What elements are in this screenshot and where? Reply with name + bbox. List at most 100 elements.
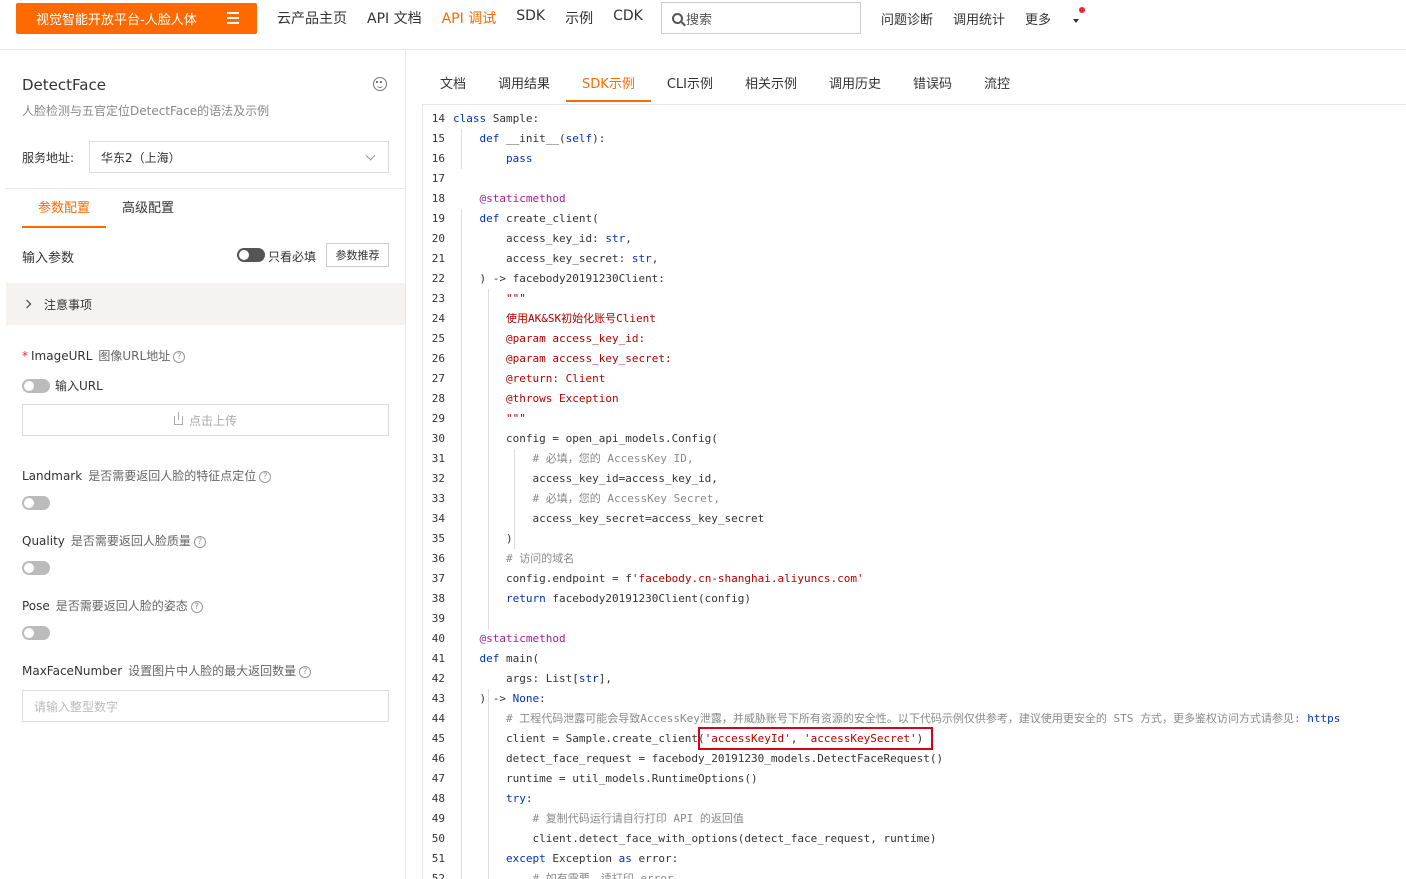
line-number: 25 (431, 332, 445, 345)
code-line: 17 (423, 169, 1406, 189)
help-icon[interactable]: ? (190, 600, 203, 613)
tab-docs[interactable]: 文档 (424, 71, 482, 102)
code-token: # 必填，您的 AccessKey ID, (532, 452, 694, 465)
pose-param: Pose 是否需要返回人脸的姿态? (22, 597, 203, 614)
max-face-param: MaxFaceNumber 设置图片中人脸的最大返回数量? (22, 662, 312, 679)
code-token: client = Sample.create_client( (506, 732, 705, 745)
product-brand-button[interactable]: 视觉智能开放平台-人脸人体 (16, 3, 257, 34)
code-token: ], (598, 672, 612, 685)
nav-home[interactable]: 云产品主页 (277, 8, 347, 28)
code-token: except (506, 852, 553, 865)
code-token: def (479, 212, 506, 225)
required-marker: * (22, 349, 28, 363)
code-editor[interactable]: 14 class Sample: 15 def __init__(self): 16 pa… (422, 104, 1406, 879)
nav-cdk[interactable]: CDK (613, 8, 643, 28)
service-address-label: 服务地址: (22, 151, 75, 165)
landmark-toggle[interactable] (22, 496, 50, 510)
tab-advanced-config[interactable]: 高级配置 (106, 200, 190, 228)
line-number: 23 (431, 292, 445, 305)
code-token: ): (592, 132, 606, 145)
upload-button[interactable]: 点击上传 (22, 404, 389, 436)
code-token: # 如有需要，请打印 error (532, 872, 674, 879)
line-number: 20 (431, 232, 445, 245)
code-token: str (631, 252, 652, 265)
upload-icon (173, 411, 183, 425)
code-token: access_key_secret=access_key_secret (532, 512, 765, 525)
tab-call-history[interactable]: 调用历史 (813, 71, 897, 102)
code-line: 25 @param access_key_id: (423, 329, 1406, 349)
code-token: def (479, 652, 506, 665)
code-token: """ (506, 412, 526, 425)
menu-icon[interactable] (227, 12, 239, 24)
code-token: 'facebody.cn-shanghai.aliyuncs.com' (631, 572, 864, 585)
quality-toggle[interactable] (22, 561, 50, 575)
tab-param-config[interactable]: 参数配置 (22, 200, 107, 228)
credential-highlight-box (698, 727, 933, 750)
nav-api-docs[interactable]: API 文档 (367, 8, 422, 28)
line-number: 17 (431, 172, 445, 185)
link-call-stats[interactable]: 调用统计 (953, 9, 1005, 28)
param-tabs: 参数配置 高级配置 (22, 200, 190, 228)
param-recommend-button[interactable]: 参数推荐 (326, 243, 389, 267)
line-number: 49 (431, 812, 445, 825)
tab-call-result[interactable]: 调用结果 (482, 71, 566, 102)
help-icon[interactable]: ? (193, 535, 206, 548)
tab-sdk-example[interactable]: SDK示例 (566, 71, 651, 102)
search-input[interactable]: 搜索 (661, 2, 861, 34)
line-number: 31 (431, 452, 445, 465)
line-number: 40 (431, 632, 445, 645)
code-line: 43) -> None: (423, 689, 1406, 709)
nav-api-debug[interactable]: API 调试 (442, 8, 497, 28)
max-face-name: MaxFaceNumber (22, 664, 123, 678)
link-diagnosis[interactable]: 问题诊断 (881, 9, 933, 28)
code-token: @staticmethod (479, 632, 566, 645)
line-number: 46 (431, 752, 445, 765)
code-line: 21 access_key_secret: str, (423, 249, 1406, 269)
help-icon[interactable]: ? (299, 665, 312, 678)
tab-error-codes[interactable]: 错误码 (897, 71, 968, 102)
code-line: 32 access_key_id=access_key_id, (423, 469, 1406, 489)
nav-sdk[interactable]: SDK (516, 8, 545, 28)
max-face-number-input[interactable]: 请输入整型数字 (22, 690, 389, 722)
line-number: 36 (431, 552, 445, 565)
code-line: 34 access_key_secret=access_key_secret (423, 509, 1406, 529)
code-token: @throws Exception (506, 392, 619, 405)
feedback-smile-icon[interactable] (373, 77, 387, 91)
tab-flow-control[interactable]: 流控 (968, 71, 1026, 102)
code-token: facebody20191230Client(config) (552, 592, 752, 605)
nav-examples[interactable]: 示例 (565, 8, 593, 28)
pose-toggle[interactable] (22, 626, 50, 640)
code-line: 37 config.endpoint = f'facebody.cn-shangh… (423, 569, 1406, 589)
more-menu[interactable]: 更多 (1025, 7, 1099, 28)
line-number: 34 (431, 512, 445, 525)
help-icon[interactable]: ? (173, 350, 186, 363)
help-icon[interactable]: ? (259, 470, 272, 483)
tab-cli-example[interactable]: CLI示例 (651, 71, 729, 102)
code-line: 18 @staticmethod (423, 189, 1406, 209)
indent-guide (514, 449, 515, 549)
code-token: # 复制代码运行请自行打印 API 的返回值 (532, 812, 744, 825)
code-token: # 工程代码泄露可能会导致AccessKey泄露，并威胁账号下所有资源的安全性。… (506, 712, 1308, 725)
code-token: @staticmethod (479, 192, 566, 205)
line-number: 42 (431, 672, 445, 685)
max-face-desc: 设置图片中人脸的最大返回数量 (128, 664, 297, 678)
required-only-toggle[interactable] (237, 248, 265, 262)
service-address-value: 华东2（上海） (101, 150, 181, 165)
required-only-label: 只看必填 (268, 250, 317, 264)
code-line: 46 detect_face_request = facebody_2019123… (423, 749, 1406, 769)
code-token: str (605, 232, 626, 245)
param-panel: DetectFace 人脸检测与五官定位DetectFace的语法及示例 服务地… (6, 50, 406, 879)
code-token: access_key_secret: (506, 252, 632, 265)
upload-label: 点击上传 (188, 413, 237, 428)
code-token: @return: Client (506, 372, 606, 385)
input-url-toggle[interactable] (22, 379, 50, 393)
line-number: 52 (431, 872, 445, 879)
code-token: error: (638, 852, 679, 865)
quality-name: Quality (22, 534, 65, 548)
notice-collapse[interactable]: 注意事项 (6, 283, 405, 325)
tab-related-examples[interactable]: 相关示例 (729, 71, 813, 102)
service-address-select[interactable]: 华东2（上海） (89, 141, 389, 173)
line-number: 14 (431, 112, 445, 125)
result-tabs: 文档 调用结果 SDK示例 CLI示例 相关示例 调用历史 错误码 流控 (424, 71, 1026, 102)
pose-name: Pose (22, 599, 50, 613)
